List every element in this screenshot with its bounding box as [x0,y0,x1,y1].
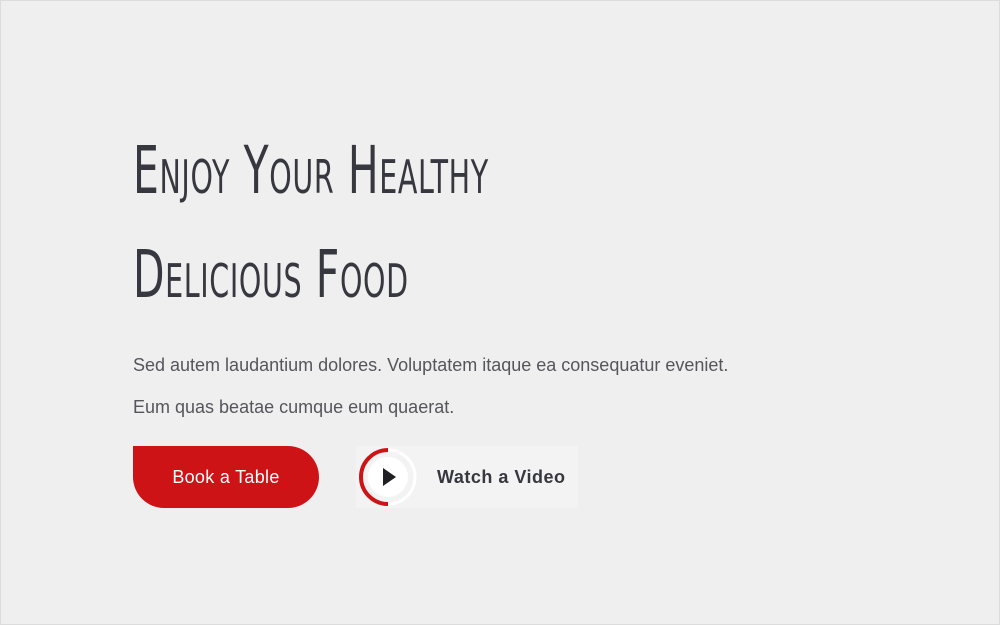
page: Enjoy Your Healthy Delicious Food Sed au… [0,0,1000,625]
hero-description: Sed autem laudantium dolores. Voluptatem… [133,355,729,417]
hero-actions: Book a Table Watch a Video [133,446,578,508]
hero-section: Enjoy Your Healthy Delicious Food Sed au… [133,119,783,428]
book-table-button[interactable]: Book a Table [133,446,319,508]
hero-title: Enjoy Your Healthy Delicious Food [133,119,536,327]
hero-title-line-1: Enjoy Your Healthy [133,132,489,209]
hero-title-line-2: Delicious Food [133,236,409,313]
play-icon[interactable] [359,448,417,506]
watch-video-button[interactable]: Watch a Video [356,446,578,508]
watch-video-label: Watch a Video [437,466,566,487]
